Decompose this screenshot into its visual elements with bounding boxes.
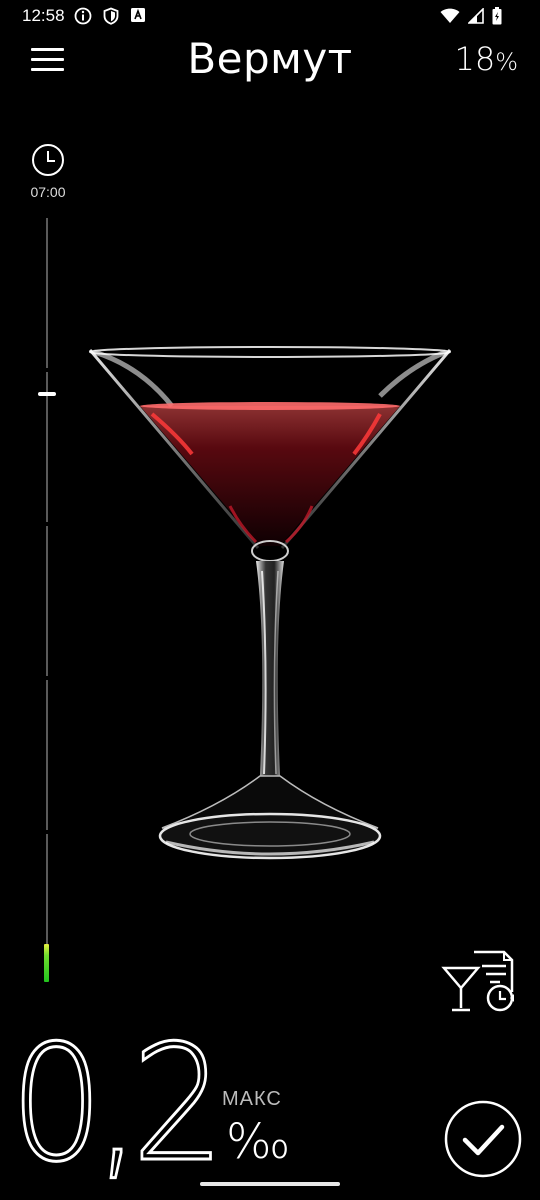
strength-percent[interactable]: 18%: [454, 40, 518, 78]
home-indicator[interactable]: [200, 1182, 340, 1186]
menu-icon-bar: [31, 58, 64, 61]
timeline-segment: [46, 218, 48, 368]
promille-value: 0,2: [10, 1035, 220, 1195]
battery-icon: [492, 7, 502, 29]
wifi-icon: [440, 8, 460, 28]
start-time: 07:00: [30, 184, 66, 200]
shield-icon: [102, 7, 120, 29]
strength-unit: %: [495, 48, 518, 76]
time-picker[interactable]: 07:00: [22, 142, 74, 200]
timeline-slider[interactable]: [38, 218, 56, 982]
timeline-segment: [46, 680, 48, 830]
signal-icon: [467, 7, 484, 28]
status-left-icons: [74, 7, 146, 29]
info-icon: [74, 7, 92, 29]
menu-icon-bar: [31, 48, 64, 51]
strength-value: 18: [454, 40, 496, 78]
promille-value-text: 0,2: [10, 1035, 216, 1195]
status-bar: 12:58: [0, 0, 540, 32]
top-app-bar: Вермут 18%: [0, 32, 540, 88]
status-right-icons: [440, 7, 502, 29]
status-time: 12:58: [22, 6, 65, 25]
timeline-segment: [46, 526, 48, 676]
clock-icon: [30, 144, 66, 182]
cocktail-history-icon: [441, 950, 514, 1012]
max-label: МАКС: [222, 1088, 282, 1110]
menu-icon-bar: [31, 68, 64, 71]
promille-unit: ‰: [226, 1114, 291, 1170]
confirm-button[interactable]: [444, 1100, 522, 1178]
timeline-handle[interactable]: [38, 392, 56, 396]
drink-title[interactable]: Вермут: [120, 34, 420, 83]
checkmark-icon: [462, 1124, 505, 1156]
alcohol-level-fill: [44, 944, 49, 982]
menu-button[interactable]: [28, 46, 66, 76]
a-badge-icon: [130, 7, 146, 29]
martini-glass-image: [80, 336, 460, 876]
drink-history-button[interactable]: [440, 948, 520, 1016]
